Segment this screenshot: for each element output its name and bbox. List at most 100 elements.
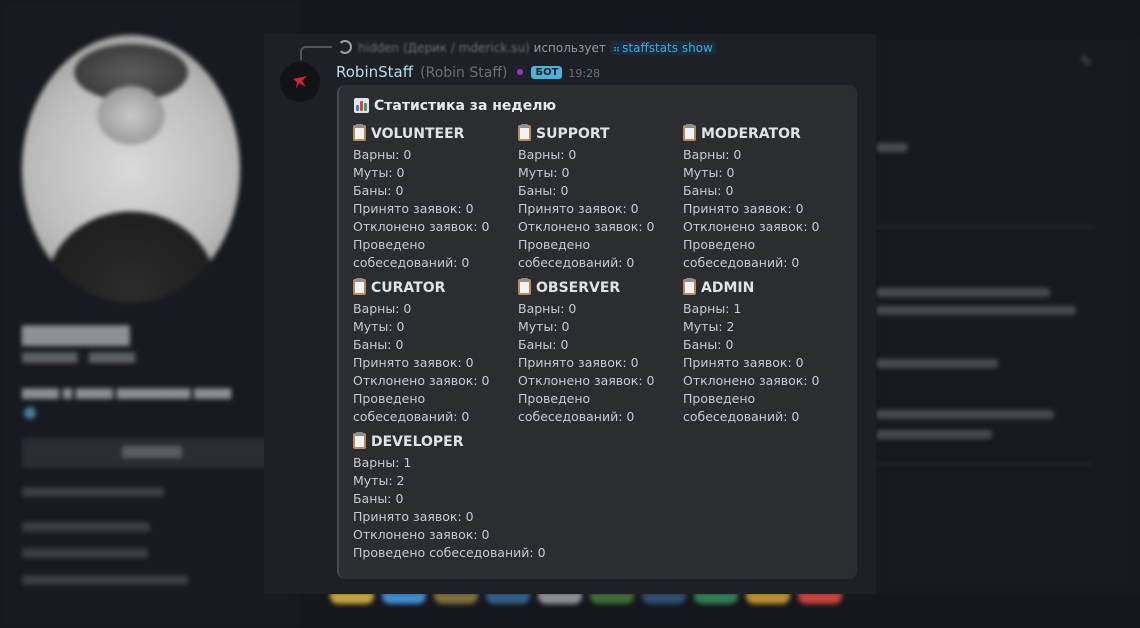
detail-line — [876, 430, 992, 439]
edit-icon[interactable]: ✎ — [1080, 54, 1092, 70]
field-name-text: MODERATOR — [701, 126, 801, 142]
embed-title-text: Статистика за неделю — [374, 98, 557, 114]
role-field-admin: ADMIN Варны: 1 Муты: 2 Баны: 0 Принято з… — [683, 278, 843, 426]
field-name-text: VOLUNTEER — [371, 126, 465, 142]
field-name: MODERATOR — [683, 124, 843, 146]
field-name-text: DEVELOPER — [371, 434, 464, 450]
interviews-count: Проведено собеседований: 0 — [683, 391, 800, 424]
bot-avatar[interactable] — [280, 62, 320, 102]
detail-line — [876, 306, 1076, 315]
accepted-count: Принято заявок: 0 — [683, 355, 804, 370]
clipboard-icon — [518, 278, 531, 295]
robin-logo-icon — [293, 76, 307, 89]
warns-count: Варны: 0 — [518, 147, 577, 162]
field-name-text: ADMIN — [701, 280, 755, 296]
clipboard-icon — [683, 124, 696, 141]
rejected-count: Отклонено заявок: 0 — [518, 219, 655, 234]
bans-count: Баны: 0 — [683, 337, 734, 352]
mutes-count: Муты: 0 — [518, 319, 570, 334]
accepted-count: Принято заявок: 0 — [353, 355, 474, 370]
bans-count: Баны: 0 — [683, 183, 734, 198]
command-text: staffstats show — [622, 41, 713, 55]
detail-divider — [876, 463, 1094, 465]
rejected-count: Отклонено заявок: 0 — [353, 219, 490, 234]
bans-count: Баны: 0 — [353, 491, 404, 506]
rejected-count: Отклонено заявок: 0 — [353, 527, 490, 542]
mutes-count: Муты: 2 — [683, 319, 735, 334]
profile-line — [22, 487, 164, 497]
mutes-count: Муты: 0 — [683, 165, 735, 180]
field-name: OBSERVER — [518, 278, 678, 300]
field-name-text: SUPPORT — [536, 126, 610, 142]
interviews-count: Проведено собеседований: 0 — [353, 237, 470, 270]
interviews-count: Проведено собеседований: 0 — [353, 545, 546, 560]
rejected-count: Отклонено заявок: 0 — [353, 373, 490, 388]
warns-count: Варны: 0 — [353, 301, 412, 316]
reply-avatar-icon — [338, 40, 352, 54]
profile-badge-icon — [24, 407, 36, 419]
reply-context[interactable]: hidden (Дерик / mderick.su) использует ⠶ st… — [338, 40, 716, 55]
message-header: RobinStaff (Robin Staff) БОТ 19:28 — [336, 62, 600, 81]
role-field-curator: CURATOR Варны: 0 Муты: 0 Баны: 0 Принято… — [353, 278, 513, 426]
warns-count: Варны: 0 — [518, 301, 577, 316]
profile-avatar — [22, 35, 240, 303]
warns-count: Варны: 0 — [683, 147, 742, 162]
detail-line — [876, 359, 998, 368]
field-name: VOLUNTEER — [353, 124, 513, 146]
profile-line — [22, 548, 148, 558]
interviews-count: Проведено собеседований: 0 — [518, 391, 635, 424]
interviews-count: Проведено собеседований: 0 — [518, 237, 635, 270]
clipboard-icon — [353, 278, 366, 295]
field-name: CURATOR — [353, 278, 513, 300]
field-name: ADMIN — [683, 278, 843, 300]
profile-name-blurred: ▇▇▇▇▇▇▇ — [22, 322, 130, 346]
rejected-count: Отклонено заявок: 0 — [683, 373, 820, 388]
detail-line — [876, 288, 1050, 297]
accepted-count: Принято заявок: 0 — [353, 201, 474, 216]
reply-username[interactable]: hidden — [358, 41, 399, 55]
bans-count: Баны: 0 — [353, 337, 404, 352]
reply-connector — [300, 46, 332, 60]
embed-title: Статистика за неделю — [354, 98, 556, 114]
mutes-count: Муты: 0 — [353, 319, 405, 334]
mutes-count: Муты: 0 — [518, 165, 570, 180]
status-dot-icon — [517, 68, 524, 75]
detail-divider — [876, 226, 1094, 228]
slash-command-icon: ⠶ — [612, 44, 621, 55]
profile-line — [22, 522, 150, 532]
field-name: DEVELOPER — [353, 432, 653, 454]
profile-action-button[interactable] — [22, 438, 272, 468]
profile-line — [22, 575, 188, 585]
bans-count: Баны: 0 — [518, 337, 569, 352]
accepted-count: Принято заявок: 0 — [518, 201, 639, 216]
profile-subtitle-blurred: ▆▆▆▆▆▆ · ▆▆▆▆▆ — [22, 349, 135, 363]
stats-embed: Статистика за неделю VOLUNTEER Варны: 0 … — [337, 85, 857, 579]
detail-line — [876, 143, 908, 152]
interviews-count: Проведено собеседований: 0 — [683, 237, 800, 270]
field-name-text: CURATOR — [371, 280, 446, 296]
role-field-moderator: MODERATOR Варны: 0 Муты: 0 Баны: 0 Приня… — [683, 124, 843, 272]
author-username[interactable]: RobinStaff — [336, 63, 413, 81]
message-timestamp[interactable]: 19:28 — [568, 67, 600, 80]
role-field-observer: OBSERVER Варны: 0 Муты: 0 Баны: 0 Принят… — [518, 278, 678, 426]
clipboard-icon — [353, 124, 366, 141]
field-name-text: OBSERVER — [536, 280, 621, 296]
bans-count: Баны: 0 — [353, 183, 404, 198]
role-field-volunteer: VOLUNTEER Варны: 0 Муты: 0 Баны: 0 Приня… — [353, 124, 513, 272]
detail-line — [876, 410, 1054, 419]
bar-chart-icon — [354, 98, 369, 113]
reply-verb: использует — [533, 41, 606, 55]
accepted-count: Принято заявок: 0 — [683, 201, 804, 216]
field-name: SUPPORT — [518, 124, 678, 146]
mutes-count: Муты: 2 — [353, 473, 405, 488]
interviews-count: Проведено собеседований: 0 — [353, 391, 470, 424]
clipboard-icon — [353, 432, 366, 449]
profile-bio-blurred: ▆▆▆▆ ▆ ▆▆▆▆ ▆▆▆▆▆▆▆▆ ▆▆▆▆ — [22, 385, 232, 399]
accepted-count: Принято заявок: 0 — [353, 509, 474, 524]
warns-count: Варны: 0 — [353, 147, 412, 162]
role-field-support: SUPPORT Варны: 0 Муты: 0 Баны: 0 Принято… — [518, 124, 678, 272]
slash-command[interactable]: ⠶ staffstats show — [609, 41, 716, 55]
accepted-count: Принято заявок: 0 — [518, 355, 639, 370]
rejected-count: Отклонено заявок: 0 — [518, 373, 655, 388]
clipboard-icon — [683, 278, 696, 295]
